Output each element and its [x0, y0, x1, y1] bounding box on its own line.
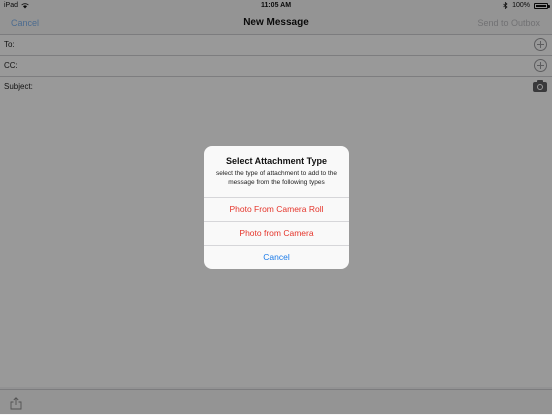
alert-message: select the type of attachment to add to … — [215, 170, 338, 186]
compose-screen: iPad 11:05 AM 100% Cancel New Message Se… — [0, 0, 552, 415]
attachment-type-alert: Select Attachment Type select the type o… — [204, 146, 349, 269]
photo-from-camera-roll-button[interactable]: Photo From Camera Roll — [204, 197, 349, 221]
alert-cancel-button[interactable]: Cancel — [204, 245, 349, 269]
photo-from-camera-button[interactable]: Photo from Camera — [204, 221, 349, 245]
alert-title: Select Attachment Type — [225, 156, 328, 166]
